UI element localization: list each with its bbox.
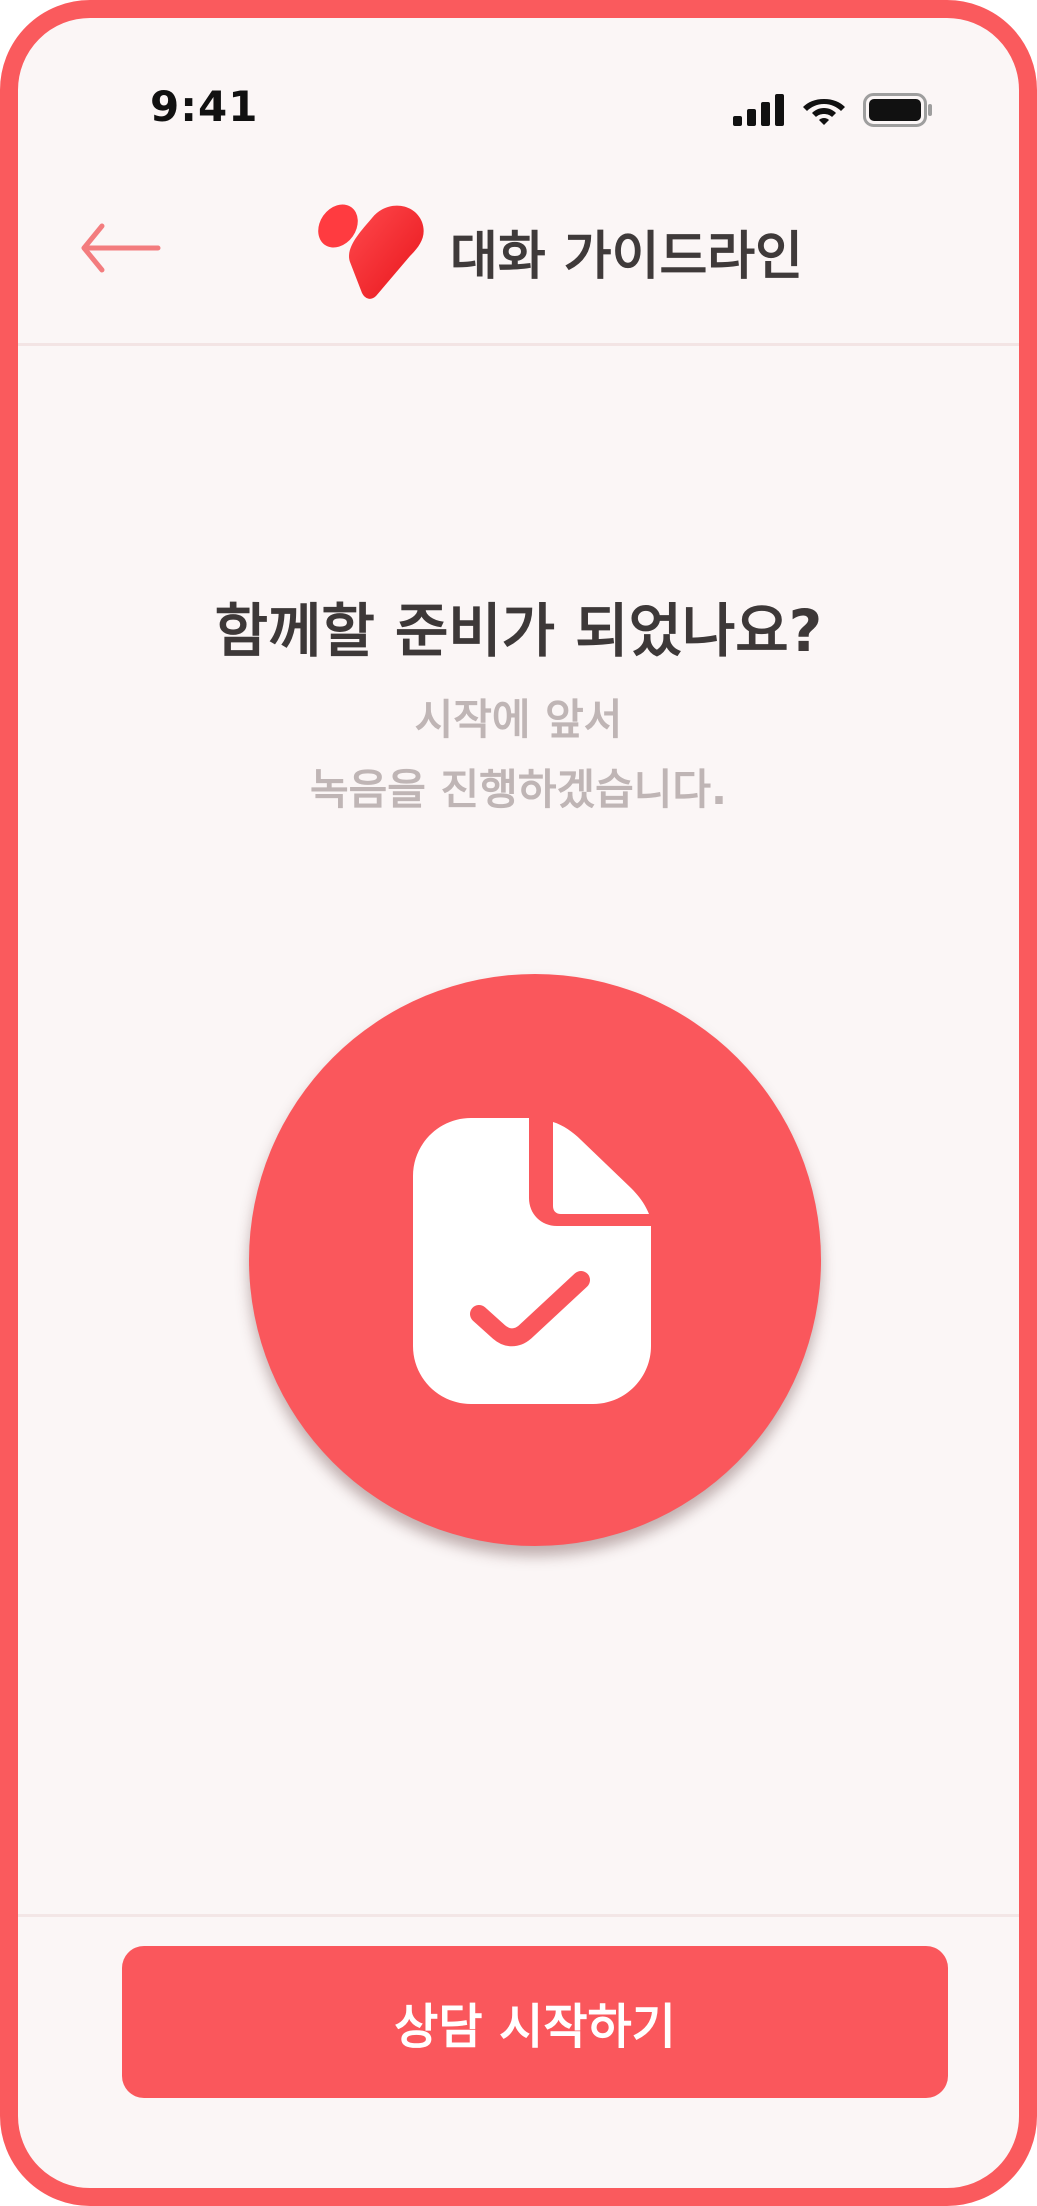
subtitle-line-1: 시작에 앞서 [414,695,623,744]
document-check-icon [413,1118,651,1404]
status-bar: 9:41 [18,18,1019,168]
wifi-icon [803,99,845,125]
top-navigation: 대화 가이드라인 [18,168,1019,346]
record-button[interactable] [249,974,821,1546]
start-consultation-button[interactable]: 상담 시작하기 [122,1946,948,2098]
status-icons [733,90,933,130]
heart-logo-icon [314,200,444,310]
footer-divider [18,1914,1019,1917]
phone-frame: 9:41 대화 가이드라인 함께할 준비가 되었나요? 시작에 앞서 녹음을 진… [0,0,1037,2206]
subtitle-line-2: 녹음을 진행하겠습니다. [310,765,727,814]
page-title: 함께할 준비가 되었나요? [214,597,823,665]
cellular-signal-icon [733,94,784,126]
header-title: 대화 가이드라인 [450,227,803,287]
arrow-left-icon [81,223,161,273]
back-button[interactable] [80,220,162,276]
battery-icon [863,93,932,127]
status-time: 9:41 [150,82,259,131]
